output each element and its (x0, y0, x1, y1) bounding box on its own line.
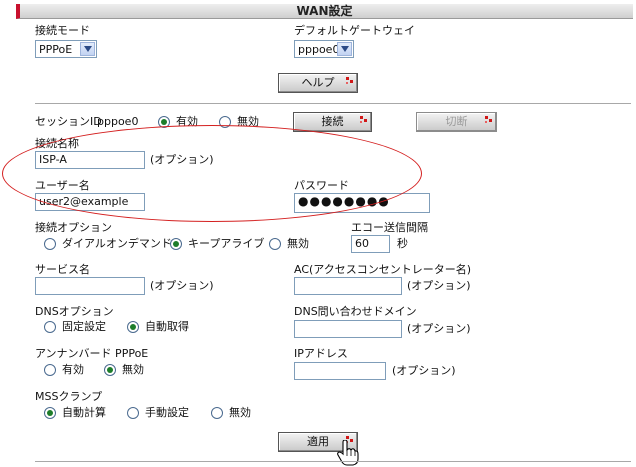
help-button-label: ヘルプ (301, 76, 335, 89)
ip-address-label: IPアドレス (294, 347, 348, 360)
ac-name-hint: (オプション) (407, 279, 471, 292)
unnumbered-radio-0[interactable] (44, 364, 56, 376)
mss-clamp-label-2: 無効 (229, 406, 251, 419)
mss-clamp-label-0: 自動計算 (62, 406, 106, 419)
connection-mode-label: 接続モード (35, 24, 90, 37)
mss-clamp-label: MSSクランプ (35, 390, 103, 403)
mss-clamp-label-1: 手動設定 (145, 406, 189, 419)
help-button[interactable]: ヘルプ (278, 73, 358, 93)
connection-mode-select[interactable]: PPPoE (35, 40, 97, 58)
echo-interval-unit: 秒 (397, 237, 408, 250)
ip-address-input[interactable] (294, 362, 386, 380)
connection-option-label-2: 無効 (287, 237, 309, 250)
service-name-label: サービス名 (35, 263, 90, 276)
unnumbered-label-1: 無効 (122, 363, 144, 376)
echo-interval-input[interactable]: 60 (351, 235, 390, 253)
red-corner-icon (360, 116, 367, 123)
divider (35, 461, 631, 462)
ip-address-hint: (オプション) (392, 364, 456, 377)
mss-clamp-radio-1[interactable] (127, 407, 139, 419)
default-gateway-select[interactable]: pppoe0 (294, 40, 354, 58)
session-id-value: pppoe0 (97, 115, 139, 128)
dns-option-label: DNSオプション (35, 305, 114, 318)
connect-button-label: 接続 (321, 115, 344, 128)
hand-cursor-icon (337, 440, 359, 466)
connection-option-radio-1[interactable] (170, 238, 182, 250)
red-corner-icon (346, 77, 353, 84)
connection-mode-value: PPPoE (39, 42, 73, 56)
disconnect-button[interactable]: 切断 (416, 112, 497, 132)
disconnect-button-label: 切断 (445, 115, 468, 128)
dns-option-radio-0[interactable] (44, 321, 56, 333)
red-corner-icon (485, 116, 492, 123)
mss-clamp-radio-0[interactable] (44, 407, 56, 419)
highlight-ellipse (2, 125, 422, 222)
default-gateway-value: pppoe0 (298, 42, 340, 56)
connection-option-label: 接続オプション (35, 221, 112, 234)
dns-option-label-1: 自動取得 (145, 320, 189, 333)
dns-domain-input[interactable] (294, 320, 402, 338)
dns-domain-hint: (オプション) (407, 322, 471, 335)
dns-option-radio-1[interactable] (127, 321, 139, 333)
page-title: WAN設定 (296, 4, 353, 18)
connection-option-label-1: キープアライブ (188, 237, 265, 250)
apply-button-label: 適用 (307, 435, 329, 448)
connection-option-radio-0[interactable] (44, 238, 56, 250)
dns-option-label-0: 固定設定 (62, 320, 106, 333)
connection-option-radio-2[interactable] (269, 238, 281, 250)
echo-interval-label: エコー送信間隔 (351, 221, 428, 234)
unnumbered-label: アンナンバード PPPoE (35, 347, 149, 360)
ac-name-label: AC(アクセスコンセントレーター名) (294, 263, 472, 276)
dns-domain-label: DNS問い合わせドメイン (294, 305, 417, 318)
session-id-label: セッションID (35, 115, 102, 128)
divider (35, 103, 631, 104)
mss-clamp-radio-2[interactable] (211, 407, 223, 419)
unnumbered-label-0: 有効 (62, 363, 84, 376)
connection-option-label-0: ダイアルオンデマンド (62, 237, 172, 250)
chevron-down-icon[interactable] (337, 42, 352, 56)
service-name-hint: (オプション) (150, 279, 214, 292)
default-gateway-label: デフォルトゲートウェイ (294, 24, 415, 37)
unnumbered-radio-1[interactable] (104, 364, 116, 376)
ac-name-input[interactable] (294, 277, 402, 295)
chevron-down-icon[interactable] (80, 42, 95, 56)
service-name-input[interactable] (35, 277, 145, 295)
